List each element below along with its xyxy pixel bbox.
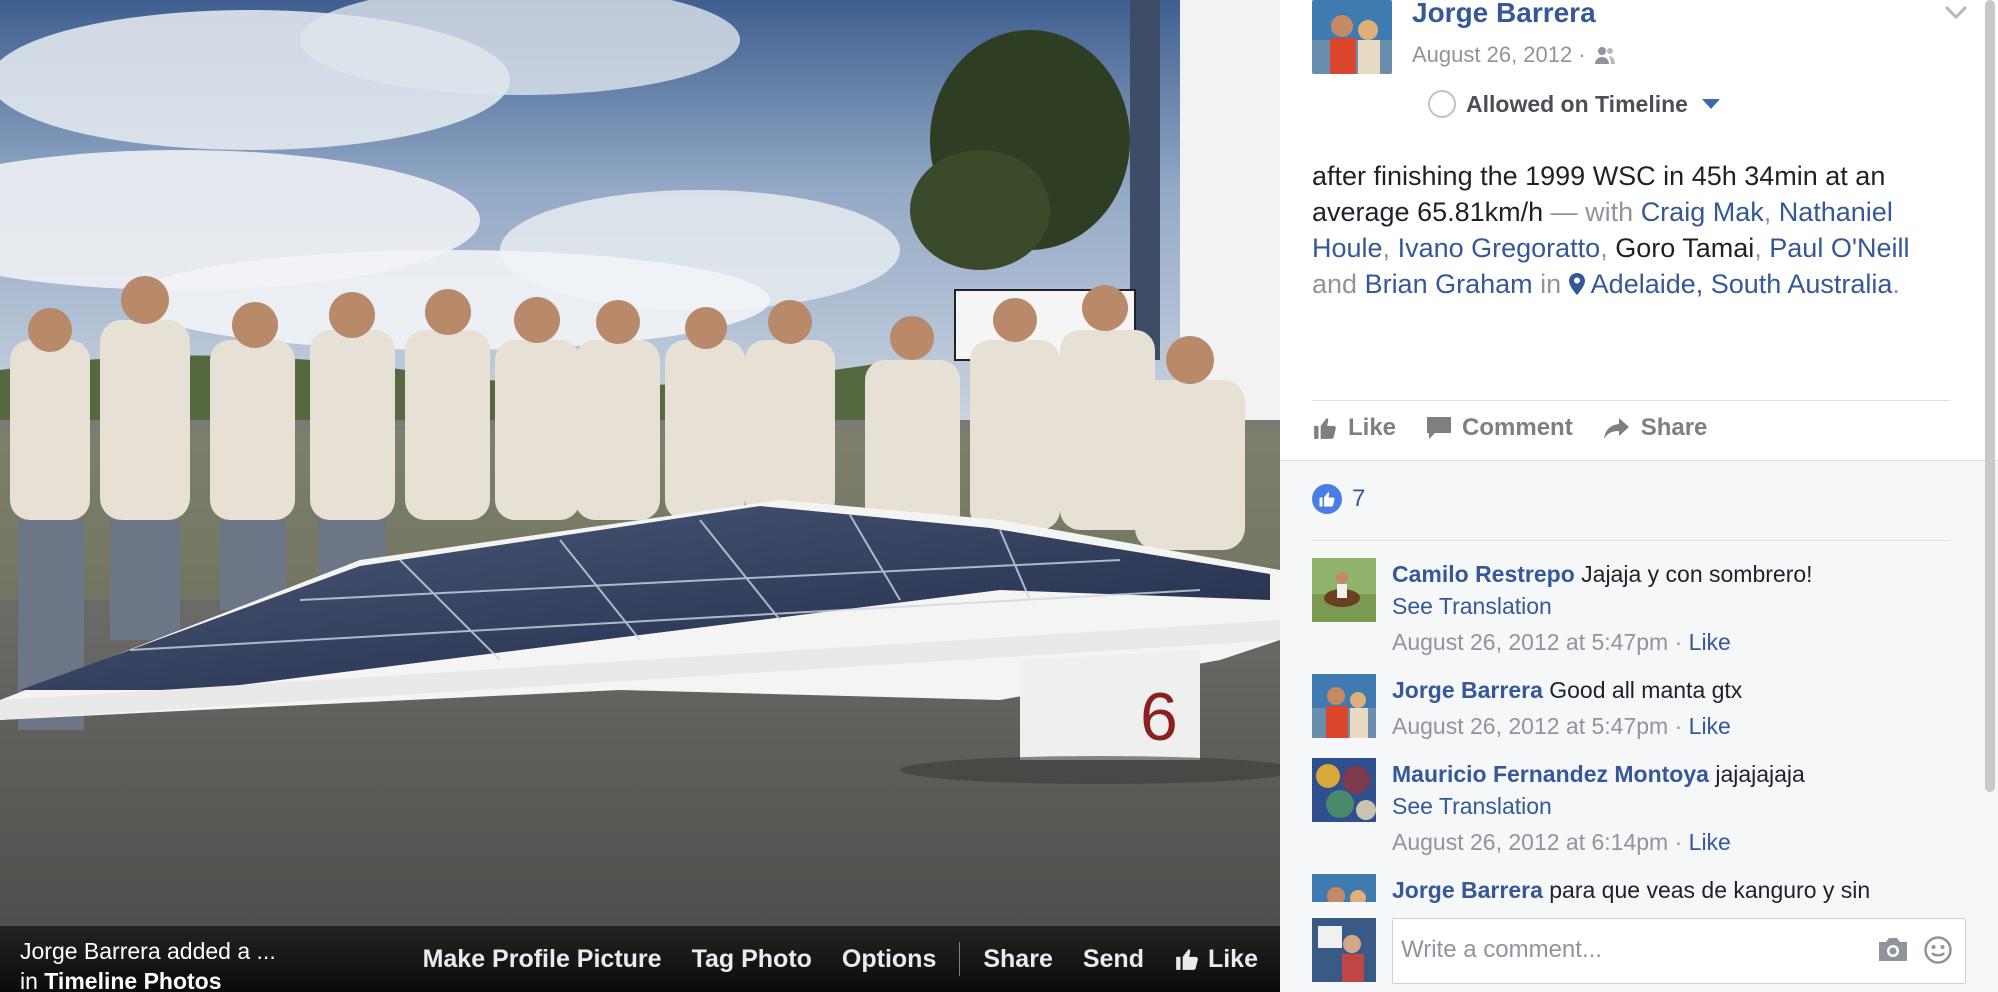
comment-label: Comment <box>1462 414 1573 441</box>
radio-circle-icon <box>1428 90 1456 118</box>
tag-link[interactable]: Craig Mak <box>1641 197 1764 227</box>
author-name[interactable]: Jorge Barrera <box>1412 0 1596 29</box>
share-button[interactable]: Share <box>1603 414 1708 442</box>
comment-meta: August 26, 2012 at 5:47pm · Like <box>1392 713 1731 739</box>
author-avatar[interactable] <box>1312 0 1392 74</box>
comment-button[interactable]: Comment <box>1426 414 1573 442</box>
post-date-text[interactable]: August 26, 2012 · <box>1412 42 1586 68</box>
options-button[interactable]: Options <box>827 945 951 974</box>
comment-body: Jorge Barrera Good all manta gtx August … <box>1392 674 1952 742</box>
divider <box>1312 400 1950 401</box>
caption-in: in <box>1532 269 1569 299</box>
comment-icon <box>1427 417 1452 439</box>
tag-photo-button[interactable]: Tag Photo <box>677 945 827 974</box>
composer-icons <box>1877 935 1953 965</box>
share-label: Share <box>1640 414 1708 441</box>
comment-text: Jajaja y con sombrero! <box>1581 561 1813 587</box>
comment-input[interactable] <box>1401 927 1841 973</box>
photo-owner-text: Jorge Barrera added a ... in Timeline Ph… <box>20 936 276 992</box>
commenter-name[interactable]: Camilo Restrepo <box>1392 561 1575 587</box>
caption-separator: , <box>1763 197 1779 227</box>
timeline-visibility-selector[interactable]: Allowed on Timeline <box>1428 90 1720 118</box>
see-translation-link[interactable]: See Translation <box>1392 790 1952 822</box>
comment-like-link[interactable]: Like <box>1689 629 1731 655</box>
commenter-avatar[interactable] <box>1312 758 1376 822</box>
caption-separator: , <box>1754 233 1770 263</box>
album-link[interactable]: Timeline Photos <box>44 968 221 992</box>
divider <box>1312 540 1950 541</box>
commenter-name[interactable]: Jorge Barrera <box>1392 677 1543 703</box>
caption-and: and <box>1312 269 1365 299</box>
divider <box>959 942 961 976</box>
post-caption: after finishing the 1999 WSC in 45h 34mi… <box>1312 158 1952 302</box>
like-badge-icon <box>1312 484 1342 514</box>
comment-input-box <box>1392 918 1966 984</box>
commenter-name[interactable]: Jorge Barrera <box>1392 877 1543 903</box>
like-label: Like <box>1348 414 1397 441</box>
photo-action-bar: Jorge Barrera added a ... in Timeline Ph… <box>0 926 1280 992</box>
photo-stage[interactable]: 6 Jorge Barrera added a ... in Timeline … <box>0 0 1280 992</box>
album-prefix: in <box>20 968 45 992</box>
like-summary[interactable]: 7 <box>1312 484 1365 514</box>
post-menu-chevron-icon[interactable] <box>1944 4 1968 20</box>
comment-meta: August 26, 2012 at 5:47pm · Like <box>1392 629 1731 655</box>
comment-text: jajajajaja <box>1715 761 1805 787</box>
comment-body: Mauricio Fernandez Montoya jajajajaja Se… <box>1392 758 1952 858</box>
emoji-icon[interactable] <box>1923 935 1953 965</box>
commenter-avatar[interactable] <box>1312 874 1376 902</box>
caption-end: . <box>1892 269 1900 299</box>
commenter-avatar[interactable] <box>1312 674 1376 738</box>
comment-composer <box>1280 912 1998 992</box>
like-photo-button[interactable]: Like <box>1159 945 1280 974</box>
thumbs-up-icon <box>1176 949 1198 970</box>
comment-like-link[interactable]: Like <box>1689 829 1731 855</box>
camera-icon[interactable] <box>1877 935 1909 963</box>
comment-text: Good all manta gtx <box>1549 677 1743 703</box>
share-arrow-icon <box>1603 418 1629 439</box>
timeline-visibility-label: Allowed on Timeline <box>1466 90 1688 117</box>
location-pin-icon <box>1568 273 1585 295</box>
photo-owner-line[interactable]: Jorge Barrera added a ... <box>20 938 276 964</box>
photo-actions: Make Profile Picture Tag Photo Options S… <box>408 926 1280 992</box>
send-photo-button[interactable]: Send <box>1068 945 1159 974</box>
location-link[interactable]: Adelaide, South Australia <box>1568 269 1893 299</box>
dropdown-caret-icon <box>1701 99 1720 109</box>
location-label: Adelaide, South Australia <box>1590 269 1893 299</box>
tag-link[interactable]: Paul O'Neill <box>1769 233 1909 263</box>
tag-plain: Goro Tamai <box>1615 233 1755 263</box>
caption-with: — with <box>1543 197 1641 227</box>
svg-text:6: 6 <box>1140 679 1178 755</box>
make-profile-picture-button[interactable]: Make Profile Picture <box>408 945 677 974</box>
team-solar-car-photo: 6 <box>0 0 1280 992</box>
post-date: August 26, 2012 · <box>1412 42 1616 68</box>
friends-icon[interactable] <box>1594 45 1616 65</box>
caption-separator: , <box>1600 233 1616 263</box>
panel-scrollbar[interactable] <box>1985 0 1995 792</box>
comment-body: Jorge Barrera para que veas de kanguro y… <box>1392 874 1952 906</box>
share-photo-button[interactable]: Share <box>968 945 1067 974</box>
commenter-avatar[interactable] <box>1312 558 1376 622</box>
tag-link[interactable]: Ivano Gregoratto <box>1398 233 1601 263</box>
thumbs-up-icon <box>1314 418 1336 439</box>
comment-time[interactable]: August 26, 2012 at 6:14pm <box>1392 829 1668 855</box>
like-button[interactable]: Like <box>1312 414 1396 442</box>
caption-separator: , <box>1382 233 1398 263</box>
comment-body: Camilo Restrepo Jajaja y con sombrero! S… <box>1392 558 1952 658</box>
like-photo-label: Like <box>1207 944 1258 973</box>
see-translation-link[interactable]: See Translation <box>1392 590 1952 622</box>
comment-time[interactable]: August 26, 2012 at 5:47pm <box>1392 713 1668 739</box>
comment-meta: August 26, 2012 at 6:14pm · Like <box>1392 829 1731 855</box>
comment-text: para que veas de kanguro y sin <box>1549 877 1871 903</box>
like-count: 7 <box>1352 485 1366 512</box>
comment-like-link[interactable]: Like <box>1689 713 1731 739</box>
comment-time[interactable]: August 26, 2012 at 5:47pm <box>1392 629 1668 655</box>
post-actions: Like Comment Share <box>1312 414 1707 442</box>
commenter-name[interactable]: Mauricio Fernandez Montoya <box>1392 761 1709 787</box>
current-user-avatar <box>1312 918 1376 982</box>
tag-link[interactable]: Brian Graham <box>1365 269 1533 299</box>
post-side-panel: Jorge Barrera August 26, 2012 · Allowed … <box>1280 0 1998 992</box>
